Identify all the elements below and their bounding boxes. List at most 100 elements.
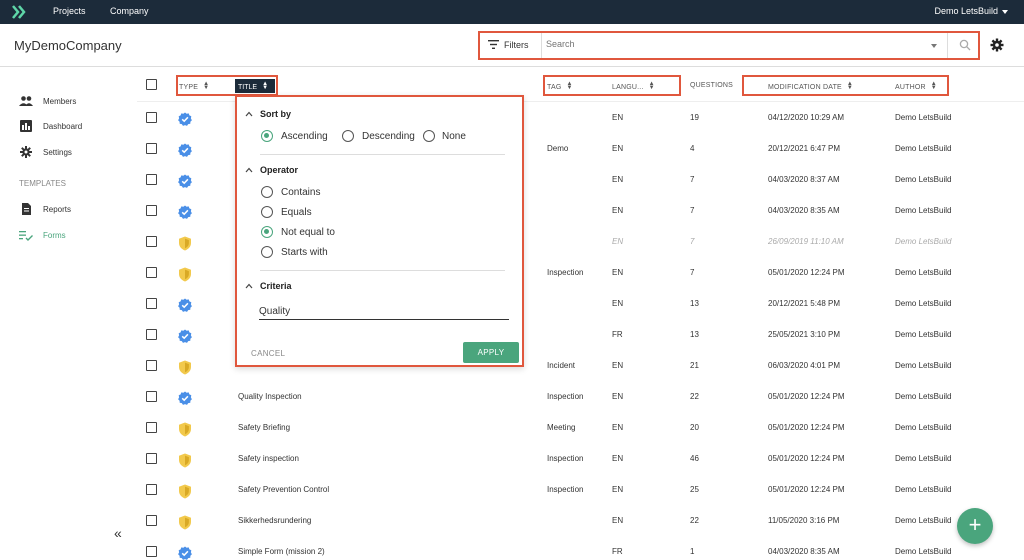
user-name: Demo LetsBuild [934, 6, 998, 16]
sidebar-item-label: Reports [43, 205, 72, 214]
nav-link-company[interactable]: Company [110, 6, 149, 16]
column-header-questions[interactable]: QUESTIONS [690, 82, 733, 89]
filters-button[interactable]: Filters [480, 33, 542, 58]
cell-language: EN [612, 423, 624, 432]
cell-author: Demo LetsBuild [895, 423, 952, 432]
operator-title: Operator [260, 165, 299, 175]
row-checkbox[interactable] [146, 484, 157, 495]
chevron-up-icon[interactable] [245, 111, 253, 117]
verified-badge-icon [178, 546, 192, 560]
search-icon[interactable] [959, 39, 971, 51]
cell-questions: 19 [690, 113, 699, 122]
apply-button[interactable]: APPLY [463, 342, 519, 363]
column-header-title[interactable]: TITLE ▲ ▼ [235, 79, 275, 93]
cell-modification-date: 20/12/2021 6:47 PM [768, 144, 841, 153]
cell-modification-date: 05/01/2020 12:24 PM [768, 392, 845, 401]
page-header: MyDemoCompany Filters [0, 24, 1024, 67]
search-dropdown-caret-icon[interactable] [931, 44, 937, 48]
row-checkbox[interactable] [146, 546, 157, 557]
cell-modification-date: 04/03/2020 8:35 AM [768, 547, 840, 556]
radio-ascending[interactable] [261, 130, 273, 142]
add-form-button[interactable]: + [957, 508, 993, 544]
table-row[interactable]: Quality Inspection Inspection EN 22 05/01/20… [137, 381, 1024, 412]
row-checkbox[interactable] [146, 391, 157, 402]
cell-title: Safety Prevention Control [238, 485, 330, 494]
option-label-contains: Contains [281, 187, 321, 198]
cell-modification-date: 26/09/2019 11:10 AM [768, 237, 844, 246]
verified-badge-icon [178, 174, 192, 189]
cell-author: Demo LetsBuild [895, 361, 952, 370]
radio-not-equal-to[interactable] [261, 226, 273, 238]
table-row[interactable]: Safety inspection Inspection EN 46 05/01/202… [137, 443, 1024, 474]
cell-questions: 7 [690, 237, 695, 246]
table-row[interactable]: Sikkerhedsrundering EN 22 11/05/2020 3:16 P… [137, 505, 1024, 536]
table-row[interactable]: Safety Briefing Meeting EN 20 05/01/2020 12:… [137, 412, 1024, 443]
row-checkbox[interactable] [146, 515, 157, 526]
row-checkbox[interactable] [146, 205, 157, 216]
row-checkbox[interactable] [146, 329, 157, 340]
letsbuild-logo-icon[interactable] [11, 4, 27, 20]
radio-none[interactable] [423, 130, 435, 142]
cell-language: EN [612, 175, 624, 184]
option-label-starts-with: Starts with [281, 247, 328, 258]
top-navbar: Projects Company Demo LetsBuild [0, 0, 1024, 24]
row-checkbox[interactable] [146, 360, 157, 371]
shield-icon [178, 422, 192, 437]
cancel-button[interactable]: CANCEL [251, 349, 285, 358]
shield-icon [178, 360, 192, 375]
row-checkbox[interactable] [146, 236, 157, 247]
gear-icon[interactable] [990, 38, 1004, 52]
row-checkbox[interactable] [146, 112, 157, 123]
radio-descending[interactable] [342, 130, 354, 142]
gear-icon [20, 146, 32, 158]
row-checkbox[interactable] [146, 267, 157, 278]
user-menu[interactable]: Demo LetsBuild [934, 6, 1008, 16]
collapse-sidebar-button[interactable]: « [114, 525, 122, 541]
select-all-checkbox[interactable] [146, 79, 157, 90]
cell-modification-date: 05/01/2020 12:24 PM [768, 423, 845, 432]
panel-divider [260, 270, 505, 271]
criteria-title: Criteria [260, 281, 292, 291]
row-checkbox[interactable] [146, 174, 157, 185]
radio-starts-with[interactable] [261, 246, 273, 258]
chevron-up-icon[interactable] [245, 283, 253, 289]
table-row[interactable]: Safety Prevention Control Inspection EN 25 0… [137, 474, 1024, 505]
cell-language: EN [612, 392, 624, 401]
cell-questions: 21 [690, 361, 699, 370]
option-label-none: None [442, 131, 466, 142]
verified-badge-icon [178, 143, 192, 158]
option-label-equals: Equals [281, 207, 312, 218]
row-checkbox[interactable] [146, 422, 157, 433]
cell-language: EN [612, 454, 624, 463]
cell-modification-date: 05/01/2020 12:24 PM [768, 268, 845, 277]
sidebar-item-label: Members [43, 97, 77, 106]
cell-author: Demo LetsBuild [895, 175, 952, 184]
cell-modification-date: 20/12/2021 5:48 PM [768, 299, 841, 308]
cell-author: Demo LetsBuild [895, 330, 952, 339]
criteria-input[interactable] [259, 304, 509, 320]
cell-language: EN [612, 237, 624, 246]
sidebar-item-label: Forms [43, 231, 66, 240]
radio-contains[interactable] [261, 186, 273, 198]
shield-icon [178, 453, 192, 468]
cell-language: EN [612, 299, 624, 308]
search-input[interactable] [546, 39, 866, 49]
nav-link-projects[interactable]: Projects [53, 6, 86, 16]
row-checkbox[interactable] [146, 298, 157, 309]
column-filter-panel: Sort by Ascending Descending None Operat… [235, 95, 524, 367]
table-row[interactable]: Simple Form (mission 2) FR 1 04/03/2020 8:3… [137, 536, 1024, 560]
cell-title: Simple Form (mission 2) [238, 547, 325, 556]
cell-questions: 7 [690, 206, 695, 215]
chevron-up-icon[interactable] [245, 167, 253, 173]
cell-language: EN [612, 361, 624, 370]
row-checkbox[interactable] [146, 143, 157, 154]
cell-modification-date: 05/01/2020 12:24 PM [768, 454, 845, 463]
cell-tag: Inspection [547, 454, 584, 463]
templates-section-heading: TEMPLATES [19, 179, 66, 188]
cell-questions: 13 [690, 330, 699, 339]
cell-language: FR [612, 547, 623, 556]
radio-equals[interactable] [261, 206, 273, 218]
cell-author: Demo LetsBuild [895, 299, 952, 308]
row-checkbox[interactable] [146, 453, 157, 464]
cell-questions: 1 [690, 547, 695, 556]
